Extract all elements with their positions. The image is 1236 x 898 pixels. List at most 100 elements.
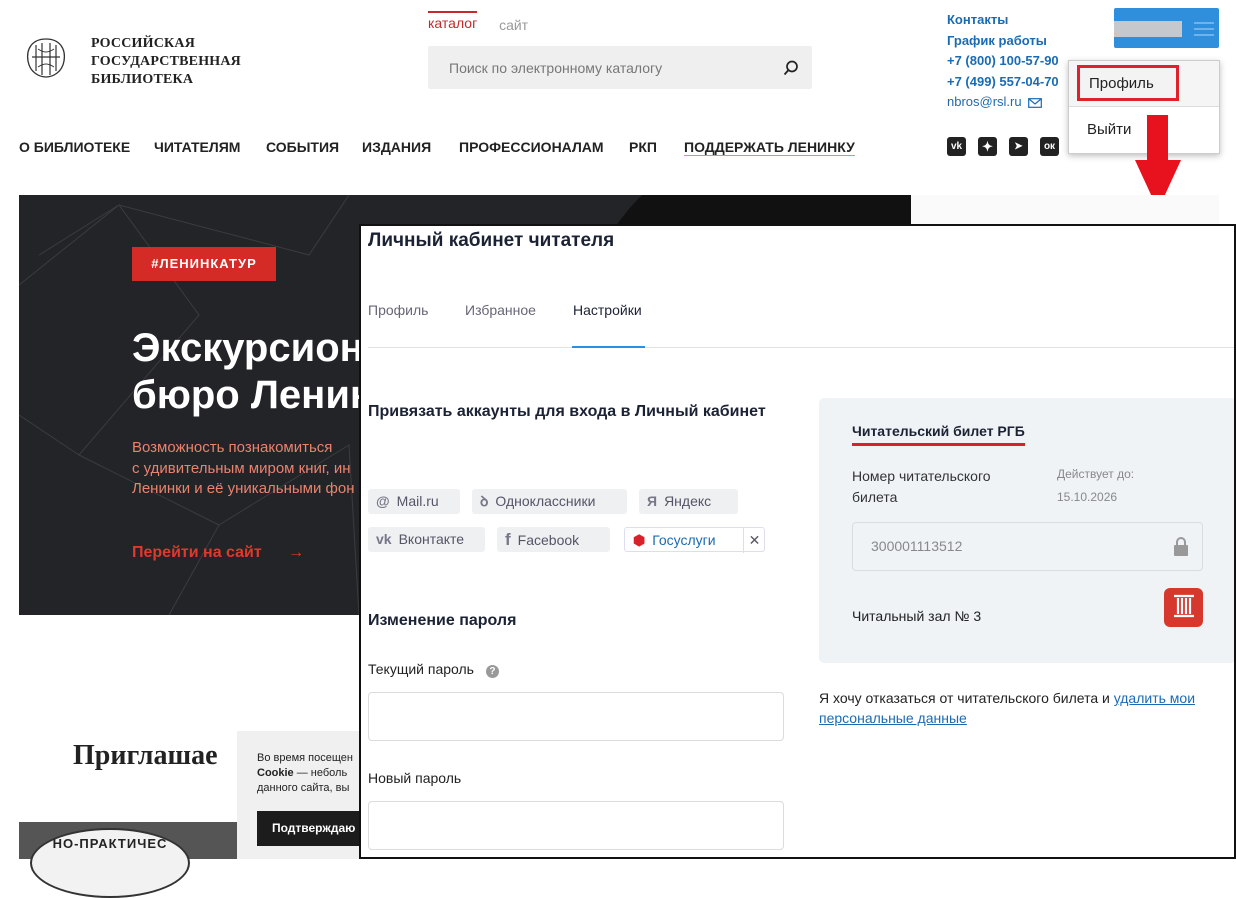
vk-icon[interactable]: vk: [947, 137, 966, 156]
right-column-strip: [911, 195, 1219, 225]
dropdown-exit[interactable]: Выйти: [1087, 121, 1131, 138]
tab-settings[interactable]: Настройки: [573, 302, 642, 318]
tab-catalog[interactable]: каталог: [428, 11, 478, 37]
tab-profile[interactable]: Профиль: [368, 302, 428, 318]
reader-cabinet-panel: Личный кабинет читателя Профиль Избранно…: [359, 224, 1236, 859]
current-password-input[interactable]: [368, 692, 784, 741]
email-link[interactable]: nbros@rsl.ru: [947, 92, 1059, 113]
account-label: Facebook: [517, 532, 580, 548]
gosuslugi-icon: ⬢: [633, 532, 646, 548]
password-heading: Изменение пароля: [368, 612, 517, 629]
dropdown-profile[interactable]: Профиль: [1077, 65, 1179, 101]
account-yandex-button[interactable]: Я Яндекс: [639, 489, 738, 514]
telegram-icon[interactable]: ➤: [1009, 137, 1028, 156]
active-tab-indicator: [572, 346, 645, 348]
card-number-value: 300001113512: [871, 538, 963, 554]
hero-desc-line: с удивительным миром книг, ин: [132, 459, 351, 477]
refuse-card-text: Я хочу отказаться от читательского билет…: [819, 688, 1229, 728]
email-text: nbros@rsl.ru: [947, 94, 1022, 109]
search-input[interactable]: [428, 46, 768, 89]
arrow-right-icon: →: [288, 544, 305, 561]
account-gosuslugi-button[interactable]: ⬢ Госуслуги ✕: [624, 527, 765, 553]
account-mailru-button[interactable]: @ Mail.ru: [368, 489, 460, 514]
search-box: [428, 46, 812, 89]
library-logo-text[interactable]: РОССИЙСКАЯ ГОСУДАРСТВЕННАЯ БИБЛИОТЕКА: [91, 35, 241, 89]
mailru-icon: @: [376, 493, 390, 509]
card-number-label: Номер читательского билета: [852, 468, 991, 505]
account-label: Вконтакте: [398, 531, 465, 547]
logo-line: РОССИЙСКАЯ: [91, 36, 196, 51]
page-title: Личный кабинет читателя: [368, 230, 615, 251]
account-dropdown: Профиль Выйти: [1068, 60, 1220, 154]
reader-card: Читательский билет РГБ Номер читательско…: [819, 398, 1234, 663]
tabs-divider: [368, 347, 1234, 348]
cookie-line: Во время посещен: [257, 752, 353, 764]
hero-desc-line: Возможность познакомиться: [132, 439, 333, 456]
new-password-input[interactable]: [368, 801, 784, 850]
cookie-banner: Во время посещен Cookie — неболь данного…: [237, 731, 387, 859]
account-button[interactable]: [1114, 8, 1219, 48]
hero-description: Возможность познакомиться с удивительным…: [132, 438, 355, 500]
stamp-image: НО-ПРАКТИЧЕС: [30, 828, 190, 898]
invite-heading: Приглашае: [73, 740, 218, 771]
current-password-label: Текущий пароль?: [368, 661, 499, 678]
unlink-close-icon[interactable]: ✕: [743, 528, 765, 553]
bind-accounts-heading: Привязать аккаунты для входа в Личный ка…: [368, 403, 766, 420]
nav-item-support[interactable]: ПОДДЕРЖАТЬ ЛЕНИНКУ: [684, 139, 855, 156]
cookie-text: Во время посещен Cookie — неболь данного…: [257, 751, 353, 796]
facebook-icon: f: [505, 530, 511, 549]
help-icon[interactable]: ?: [485, 665, 499, 678]
menu-icon[interactable]: [1194, 21, 1214, 37]
contacts-block: Контакты График работы +7 (800) 100-57-9…: [947, 10, 1059, 113]
reading-hall-icon: [1164, 588, 1203, 627]
account-vk-button[interactable]: vk Вконтакте: [368, 527, 485, 552]
search-tabs: каталог сайт: [428, 11, 546, 46]
hero-link-text: Перейти на сайт: [132, 544, 262, 561]
nav-item-publications[interactable]: ИЗДАНИЯ: [362, 139, 431, 155]
tab-favorites[interactable]: Избранное: [465, 302, 536, 318]
cookie-line: данного сайта, вы: [257, 782, 350, 794]
vk-icon: vk: [376, 531, 392, 547]
nav-item-about[interactable]: О БИБЛИОТЕКЕ: [19, 139, 130, 155]
card-number-field: 300001113512: [852, 522, 1203, 571]
cookie-rest: — неболь: [293, 767, 348, 779]
hero-tag[interactable]: #ЛЕНИНКАТУР: [132, 247, 276, 281]
refuse-text: Я хочу отказаться от читательского билет…: [819, 690, 1114, 706]
nav-item-rkp[interactable]: РКП: [629, 139, 657, 155]
yandex-icon: Я: [647, 493, 658, 509]
odnoklassniki-icon[interactable]: ок: [1040, 137, 1059, 156]
card-valid-value: 15.10.2026: [1057, 490, 1118, 504]
zen-icon[interactable]: ✦: [978, 137, 997, 156]
schedule-link[interactable]: График работы: [947, 31, 1059, 52]
account-facebook-button[interactable]: f Facebook: [497, 527, 610, 552]
hero-title: Экскурсион бюро Ленин: [132, 325, 374, 419]
search-icon[interactable]: [783, 60, 799, 76]
hero-link[interactable]: Перейти на сайт →: [132, 544, 304, 562]
phone-link[interactable]: +7 (800) 100-57-90: [947, 51, 1059, 72]
account-label: Одноклассники: [495, 493, 596, 509]
nav-item-events[interactable]: СОБЫТИЯ: [266, 139, 339, 155]
cookie-line: Cookie — неболь: [257, 766, 353, 781]
reading-hall: Читальный зал № 3: [852, 608, 982, 624]
mail-icon: [1028, 97, 1043, 108]
library-logo-icon[interactable]: [22, 35, 70, 81]
label-text: Текущий пароль: [368, 661, 474, 677]
hero-title-line: бюро Ленин: [132, 373, 375, 417]
annotation-arrow-shaft: [1147, 115, 1168, 165]
nav-item-professionals[interactable]: ПРОФЕССИОНАЛАМ: [459, 139, 604, 155]
nav-item-readers[interactable]: ЧИТАТЕЛЯМ: [154, 139, 240, 155]
new-password-label: Новый пароль: [368, 770, 462, 786]
logo-line: БИБЛИОТЕКА: [91, 72, 194, 87]
account-label: Яндекс: [664, 493, 712, 509]
odnoklassniki-icon: ꝺ: [480, 493, 489, 509]
hero-desc-line: Ленинки и её уникальными фон: [132, 480, 355, 497]
contacts-link[interactable]: Контакты: [947, 10, 1059, 31]
tab-site[interactable]: сайт: [499, 17, 528, 39]
cookie-bold: Cookie: [257, 767, 294, 779]
hero-title-line: Экскурсион: [132, 326, 364, 370]
card-valid-label: Действует до:: [1057, 467, 1135, 481]
phone-link[interactable]: +7 (499) 557-04-70: [947, 72, 1059, 93]
lock-icon: [1174, 537, 1188, 556]
account-name-redacted: [1114, 21, 1182, 37]
account-ok-button[interactable]: ꝺ Одноклассники: [472, 489, 627, 514]
